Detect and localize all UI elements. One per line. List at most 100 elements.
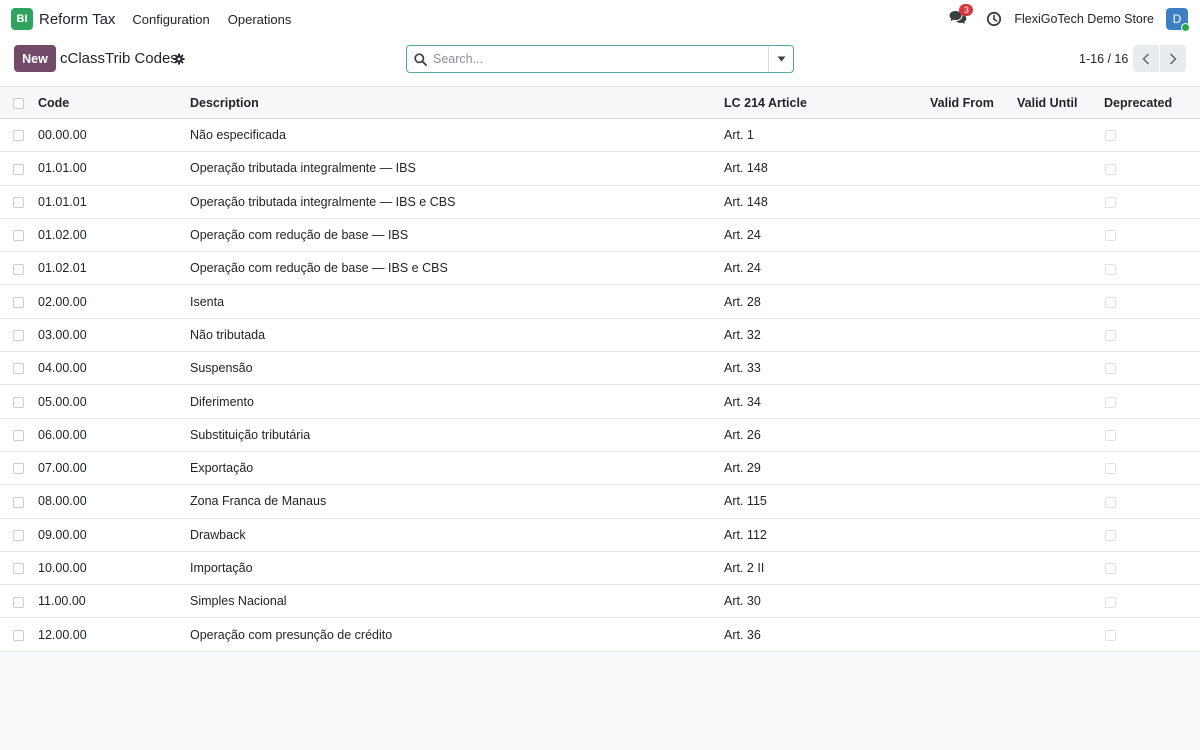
select-all-checkbox[interactable] [13, 97, 24, 109]
row-select-checkbox[interactable] [13, 263, 24, 275]
row-select-checkbox[interactable] [13, 496, 24, 508]
cell-valid-until [1017, 351, 1104, 386]
cell-deprecated [1104, 584, 1200, 619]
deprecated-checkbox [1105, 330, 1116, 342]
row-select-checkbox[interactable] [13, 629, 24, 641]
deprecated-checkbox [1105, 230, 1116, 242]
table-row[interactable]: 02.00.00 Isenta Art. 28 [0, 284, 1200, 319]
cell-deprecated [1104, 284, 1200, 319]
deprecated-checkbox [1105, 563, 1116, 575]
row-select-checkbox[interactable] [13, 430, 24, 442]
pager-value[interactable]: 1-16 / 16 [1079, 52, 1128, 66]
row-select-checkbox[interactable] [13, 463, 24, 475]
column-header-article[interactable]: LC 214 Article [724, 86, 930, 119]
cell-deprecated [1104, 118, 1200, 153]
cell-valid-from [930, 251, 1017, 286]
messages-button[interactable]: 3 [949, 4, 974, 29]
row-select-checkbox[interactable] [13, 529, 24, 541]
table-row[interactable]: 01.02.01 Operação com redução de base — I… [0, 251, 1200, 286]
table-row[interactable]: 06.00.00 Substituição tributária Art. 26 [0, 418, 1200, 452]
row-select-checkbox[interactable] [13, 330, 24, 342]
cell-valid-from [930, 185, 1017, 219]
cell-deprecated [1104, 151, 1200, 186]
cell-article: Art. 30 [724, 584, 930, 619]
table-row[interactable]: 00.00.00 Não especificada Art. 1 [0, 118, 1200, 153]
select-all-cell [0, 86, 38, 119]
cell-valid-until [1017, 318, 1104, 353]
cell-article: Art. 24 [724, 251, 930, 286]
table-row[interactable]: 04.00.00 Suspensão Art. 33 [0, 351, 1200, 386]
deprecated-checkbox [1105, 163, 1116, 175]
search-input[interactable] [433, 52, 768, 66]
user-avatar[interactable]: D [1166, 8, 1190, 32]
row-select-cell [0, 218, 38, 253]
cell-valid-until [1017, 151, 1104, 186]
search-icon [413, 52, 427, 66]
row-select-checkbox[interactable] [13, 163, 24, 175]
gear-icon[interactable] [173, 53, 185, 65]
online-status-dot [1181, 23, 1190, 32]
search-options-toggle[interactable] [768, 46, 793, 72]
table-row[interactable]: 10.00.00 Importação Art. 2 II [0, 551, 1200, 586]
table-row[interactable]: 09.00.00 Drawback Art. 112 [0, 518, 1200, 552]
top-navbar: BI Reform Tax Configuration Operations 3… [0, 0, 1200, 38]
cell-article: Art. 148 [724, 185, 930, 219]
column-header-description[interactable]: Description [190, 86, 724, 119]
row-select-checkbox[interactable] [13, 396, 24, 408]
cell-code: 05.00.00 [38, 384, 190, 419]
table-row[interactable]: 01.01.00 Operação tributada integralmente… [0, 151, 1200, 186]
page-title[interactable]: cClassTrib Codes [60, 50, 178, 67]
row-select-checkbox[interactable] [13, 296, 24, 308]
cell-code: 08.00.00 [38, 484, 190, 519]
menu-operations[interactable]: Operations [228, 12, 292, 27]
pager-previous-button[interactable] [1133, 45, 1159, 72]
menu-configuration[interactable]: Configuration [132, 12, 209, 27]
table-header-row: Code Description LC 214 Article Valid Fr… [0, 86, 1200, 119]
table-row[interactable]: 08.00.00 Zona Franca de Manaus Art. 115 [0, 484, 1200, 519]
row-select-checkbox[interactable] [13, 596, 24, 608]
deprecated-checkbox [1105, 596, 1116, 608]
row-select-checkbox[interactable] [13, 363, 24, 375]
column-header-code[interactable]: Code [38, 86, 190, 119]
row-select-cell [0, 384, 38, 419]
cell-code: 12.00.00 [38, 617, 190, 652]
column-header-valid-from[interactable]: Valid From [930, 86, 1017, 119]
new-button[interactable]: New [14, 45, 56, 72]
activity-button[interactable] [986, 11, 1002, 27]
table-row[interactable]: 11.00.00 Simples Nacional Art. 30 [0, 584, 1200, 619]
app-name[interactable]: Reform Tax [39, 11, 115, 28]
cell-code: 01.01.00 [38, 151, 190, 186]
cell-description: Importação [190, 551, 724, 586]
table-row[interactable]: 12.00.00 Operação com presunção de crédit… [0, 617, 1200, 652]
column-header-valid-until[interactable]: Valid Until [1017, 86, 1104, 119]
cell-valid-until [1017, 617, 1104, 652]
cell-article: Art. 33 [724, 351, 930, 386]
row-select-checkbox[interactable] [13, 563, 24, 575]
app-logo[interactable]: BI [11, 8, 33, 30]
cell-description: Operação tributada integralmente — IBS e… [190, 185, 724, 219]
table-row[interactable]: 05.00.00 Diferimento Art. 34 [0, 384, 1200, 419]
cell-valid-from [930, 384, 1017, 419]
row-select-checkbox[interactable] [13, 196, 24, 208]
cell-deprecated [1104, 384, 1200, 419]
table-row[interactable]: 03.00.00 Não tributada Art. 32 [0, 318, 1200, 353]
column-header-deprecated[interactable]: Deprecated [1104, 86, 1200, 119]
pager-next-button[interactable] [1160, 45, 1186, 72]
table-row[interactable]: 01.01.01 Operação tributada integralmente… [0, 185, 1200, 219]
row-select-checkbox[interactable] [13, 230, 24, 242]
cell-valid-until [1017, 218, 1104, 253]
cell-description: Operação com redução de base — IBS [190, 218, 724, 253]
clock-icon [987, 11, 1002, 27]
cell-article: Art. 115 [724, 484, 930, 519]
row-select-checkbox[interactable] [13, 130, 24, 142]
table-row[interactable]: 07.00.00 Exportação Art. 29 [0, 451, 1200, 486]
cell-article: Art. 36 [724, 617, 930, 652]
cell-code: 04.00.00 [38, 351, 190, 386]
cell-valid-from [930, 551, 1017, 586]
chevron-left-icon [1142, 52, 1150, 65]
cell-valid-from [930, 418, 1017, 452]
company-switcher[interactable]: FlexiGoTech Demo Store [1014, 12, 1154, 26]
row-select-cell [0, 251, 38, 286]
cell-article: Art. 24 [724, 218, 930, 253]
table-row[interactable]: 01.02.00 Operação com redução de base — I… [0, 218, 1200, 253]
